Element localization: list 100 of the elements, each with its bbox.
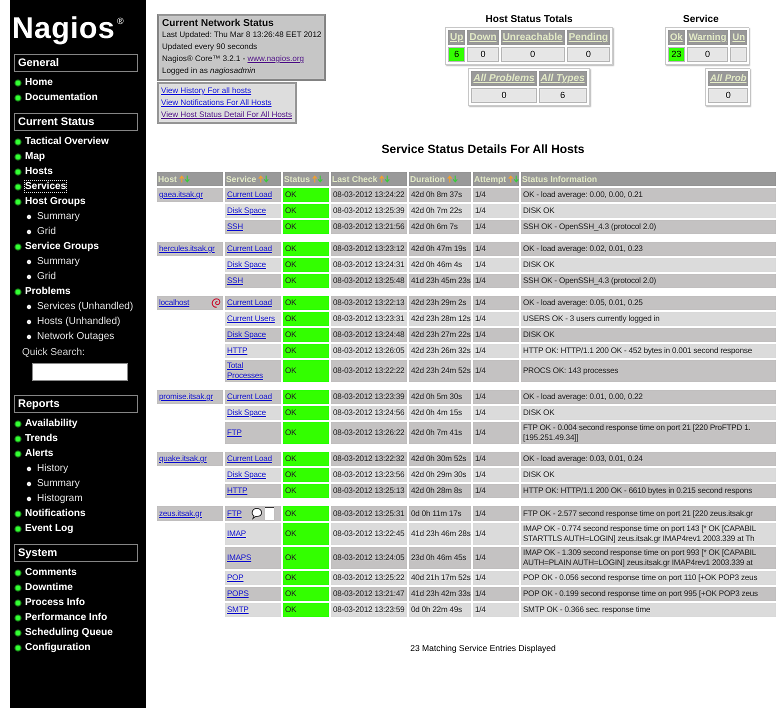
sort-arrows-icon[interactable] <box>508 175 519 183</box>
nav-sub-link[interactable]: History <box>37 463 68 474</box>
nav-sub-link[interactable]: Summary <box>37 256 80 267</box>
attempt-cell: 1/4 <box>473 188 519 202</box>
status-info-cell: SSH OK - OpenSSH_4.3 (protocol 2.0) <box>521 274 776 288</box>
status-cell: OK <box>283 468 329 482</box>
nav-link[interactable]: Availability <box>25 418 78 429</box>
status-dot-icon <box>14 182 22 190</box>
status-info-cell: FTP OK - 2.577 second response time on port 21 [220 zeus.itsak.gr <box>521 506 776 521</box>
nav-link[interactable]: Performance Info <box>25 612 108 623</box>
nav-sub-link[interactable]: Summary <box>37 211 80 222</box>
totals-count: 0 <box>500 47 565 62</box>
totals-count: 23 <box>668 47 685 62</box>
service-link[interactable]: IMAPS <box>227 553 252 563</box>
nav-link[interactable]: Map <box>25 151 45 162</box>
sort-arrows-icon[interactable] <box>312 175 323 183</box>
service-link[interactable]: FTP <box>227 428 242 438</box>
sort-arrows-icon[interactable] <box>258 175 270 183</box>
status-dot-icon <box>14 434 22 442</box>
status-info-cell: IMAP OK - 0.774 second response time on port 143 [* OK [CAPABIL STARTTLS AUTH=LOGIN] zeus.itsak.gr IMAP4rev1 2003.339 at Th <box>521 523 776 545</box>
status-info-cell: SMTP OK - 0.366 sec. response time <box>521 603 776 617</box>
view-link[interactable]: View History For all hosts <box>161 85 293 97</box>
nav-sub-link[interactable]: Summary <box>37 478 80 489</box>
nav-link[interactable]: Scheduling Queue <box>25 627 113 638</box>
status-info-cell: DISK OK <box>521 258 776 272</box>
nav-link[interactable]: Problems <box>25 286 71 297</box>
last-check-cell: 08-03-2012 13:23:59 <box>331 603 407 617</box>
nav-link[interactable]: Trends <box>25 433 58 444</box>
bullet-icon <box>26 214 32 220</box>
status-info-cell: USERS OK - 3 users currently logged in <box>521 312 776 326</box>
page-heading: Service Status Details For All Hosts <box>380 142 586 156</box>
nav-sub-link[interactable]: Services (Unhandled) <box>37 301 134 312</box>
status-dot-icon <box>14 598 22 606</box>
note-icon <box>264 507 274 520</box>
duration-cell: 41d 23h 46m 28s <box>409 523 471 545</box>
nav-sub-link[interactable]: Grid <box>37 226 56 237</box>
nav-link[interactable]: Process Info <box>25 597 86 608</box>
last-check-cell: 08-03-2012 13:25:22 <box>331 571 407 585</box>
status-cell: OK <box>283 603 329 617</box>
nav-link[interactable]: Tactical Overview <box>25 136 109 147</box>
service-link[interactable]: FTP <box>227 508 242 518</box>
attempt-cell: 1/4 <box>473 468 519 482</box>
nav-sub-link[interactable]: Network Outages <box>37 331 114 342</box>
nav-link[interactable]: Configuration <box>25 642 91 653</box>
sort-arrows-icon[interactable] <box>178 175 190 183</box>
status-info-cell: POP OK - 0.056 second response time on port 110 [+OK POP3 zeus <box>521 571 776 585</box>
attempt-cell: 1/4 <box>473 406 519 420</box>
status-info-cell: SSH OK - OpenSSH_4.3 (protocol 2.0) <box>521 220 776 234</box>
status-dot-icon <box>14 614 22 622</box>
status-cell: OK <box>283 328 329 342</box>
service-link[interactable]: Total Processes <box>227 361 279 381</box>
last-check-cell: 08-03-2012 13:23:39 <box>331 390 407 404</box>
duration-cell: 41d 23h 45m 23s <box>409 274 471 288</box>
view-link[interactable]: View Host Status Detail For All Hosts <box>161 109 293 121</box>
attempt-cell: 1/4 <box>473 242 519 256</box>
last-check-cell: 08-03-2012 13:24:48 <box>331 328 407 342</box>
comment-icon[interactable] <box>250 507 263 520</box>
status-info-cell: IMAP OK - 1.309 second response time on port 993 [* OK [CAPABIL AUTH=PLAIN AUTH=LOGIN] zeus.itsak.gr IMAP4rev1 2003.339 at <box>521 547 776 569</box>
nav-link[interactable]: Downtime <box>25 582 73 593</box>
login-text: Logged in as nagiosadmin <box>162 65 256 77</box>
nav-link[interactable]: Comments <box>25 567 77 578</box>
nav-link[interactable]: Service Groups <box>25 241 99 252</box>
nav-link[interactable]: Hosts <box>25 166 53 177</box>
view-link[interactable]: View Notifications For All Hosts <box>161 97 293 109</box>
status-info-cell: OK - load average: 0.05, 0.01, 0.25 <box>521 296 776 310</box>
duration-cell: 42d 0h 8m 37s <box>409 188 471 202</box>
nav-link[interactable]: Host Groups <box>25 196 86 207</box>
nav-link[interactable]: Alerts <box>25 448 54 459</box>
nav-sub-link[interactable]: Hosts (Unhandled) <box>37 316 120 327</box>
status-cell: OK <box>283 344 329 358</box>
status-cell: OK <box>283 452 329 466</box>
section-header: System <box>14 544 138 562</box>
bullet-icon <box>26 480 32 486</box>
last-check-cell: 08-03-2012 13:25:48 <box>331 274 407 288</box>
nav-link[interactable]: Documentation <box>25 92 98 103</box>
totals-count: 0 <box>566 47 610 62</box>
nav-link[interactable]: Event Log <box>25 523 74 534</box>
last-check-cell: 08-03-2012 13:22:13 <box>331 296 407 310</box>
status-dot-icon <box>14 584 22 592</box>
nav-link[interactable]: Services <box>25 181 66 192</box>
sort-arrows-icon[interactable] <box>446 175 458 183</box>
totals-count: 0 <box>471 88 537 103</box>
nav-link[interactable]: Home <box>25 77 53 88</box>
totals-count: 0 <box>708 88 748 103</box>
nav-sub-link[interactable]: Grid <box>37 271 56 282</box>
duration-cell: 42d 23h 27m 22s <box>409 328 471 342</box>
last-check-cell: 08-03-2012 13:23:12 <box>331 242 407 256</box>
sort-arrows-icon[interactable] <box>379 175 390 183</box>
service-link[interactable]: IMAP <box>227 529 246 539</box>
search-field[interactable] <box>32 363 128 381</box>
nav-link[interactable]: Notifications <box>25 508 86 519</box>
nagios-logo[interactable]: Nagios <box>12 12 116 46</box>
section-header: Current Status <box>14 113 138 131</box>
website-link[interactable]: www.nagios.org <box>247 54 304 63</box>
nav-sub-link[interactable]: Histogram <box>37 493 83 504</box>
status-cell: OK <box>283 204 329 218</box>
duration-cell: 42d 23h 26m 32s <box>409 344 471 358</box>
last-check-cell: 08-03-2012 13:22:45 <box>331 523 407 545</box>
duration-cell: 42d 23h 29m 2s <box>409 296 471 310</box>
last-check-cell: 08-03-2012 13:25:13 <box>331 484 407 498</box>
